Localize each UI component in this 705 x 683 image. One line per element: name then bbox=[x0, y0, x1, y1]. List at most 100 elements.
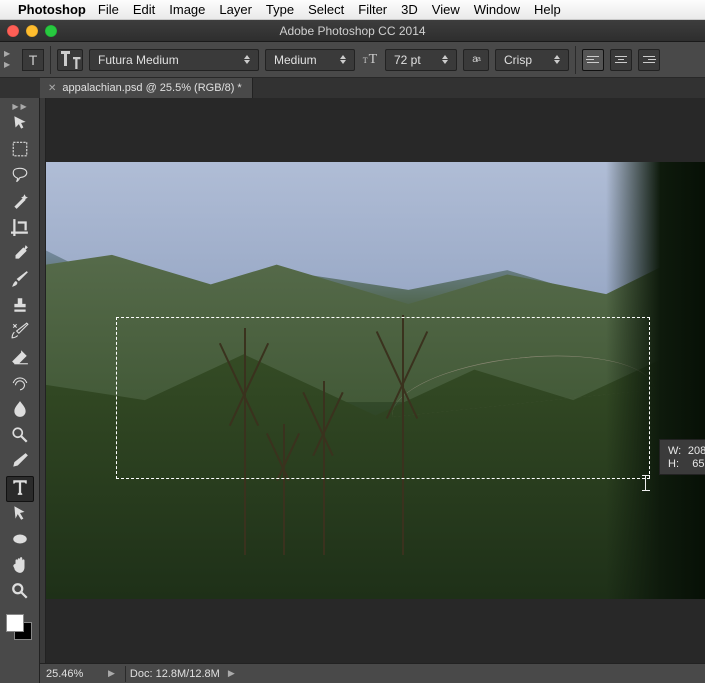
chevron-updown-icon bbox=[336, 55, 350, 64]
expand-options-icon[interactable]: ▶▶ bbox=[4, 51, 14, 68]
canvas-area[interactable]: W: 2088 px H: 655 px 25.46% ▶ Doc: 12.8M… bbox=[40, 98, 705, 683]
document-tab[interactable]: ✕ appalachian.psd @ 25.5% (RGB/8) * bbox=[40, 78, 253, 98]
pen-tool[interactable] bbox=[6, 450, 34, 476]
menu-type[interactable]: Type bbox=[266, 2, 294, 17]
dodge-tool[interactable] bbox=[6, 424, 34, 450]
divider bbox=[575, 46, 576, 74]
font-style-value: Medium bbox=[274, 53, 330, 67]
font-family-dropdown[interactable]: Futura Medium bbox=[89, 49, 259, 71]
selection-dimensions-tooltip: W: 2088 px H: 655 px bbox=[659, 439, 705, 475]
zoom-tool[interactable] bbox=[6, 580, 34, 606]
brush-tool[interactable] bbox=[6, 268, 34, 294]
marquee-icon bbox=[11, 140, 29, 163]
mac-menubar: Photoshop File Edit Image Layer Type Sel… bbox=[0, 0, 705, 20]
antialias-dropdown[interactable]: Crisp bbox=[495, 49, 569, 71]
zoom-icon bbox=[11, 582, 29, 605]
toolbox-expand-icon[interactable]: ▶▶ bbox=[0, 104, 39, 110]
chevron-updown-icon bbox=[438, 55, 452, 64]
options-bar: ▶▶ T Futura Medium Medium TT 72 pt aa Cr… bbox=[0, 42, 705, 78]
crop-tool[interactable] bbox=[6, 216, 34, 242]
text-insertion-cursor-icon bbox=[640, 475, 652, 491]
shape-tool[interactable] bbox=[6, 528, 34, 554]
shape-icon bbox=[11, 530, 29, 553]
wand-icon bbox=[11, 192, 29, 215]
app-menu[interactable]: Photoshop bbox=[18, 2, 86, 17]
height-label: H: bbox=[668, 458, 679, 470]
eyedrop-icon bbox=[11, 244, 29, 267]
window-title: Adobe Photoshop CC 2014 bbox=[0, 24, 705, 38]
align-right-button[interactable] bbox=[638, 49, 660, 71]
hand-icon bbox=[11, 556, 29, 579]
antialias-value: Crisp bbox=[504, 53, 544, 67]
tool-preset-picker[interactable]: T bbox=[22, 49, 44, 71]
antialias-icon: aa bbox=[465, 51, 487, 69]
text-bounding-box[interactable] bbox=[116, 317, 650, 479]
hand-tool[interactable] bbox=[6, 554, 34, 580]
close-tab-icon[interactable]: ✕ bbox=[48, 83, 56, 94]
color-swatches[interactable] bbox=[4, 612, 36, 644]
antialias-icon-button[interactable]: aa bbox=[463, 49, 489, 71]
window-minimize-button[interactable] bbox=[26, 25, 38, 37]
blur-icon bbox=[11, 400, 29, 423]
type-icon bbox=[11, 478, 29, 501]
align-center-button[interactable] bbox=[610, 49, 632, 71]
path-icon bbox=[11, 504, 29, 527]
text-orientation-icon bbox=[58, 48, 82, 72]
gradient-tool[interactable] bbox=[6, 372, 34, 398]
type-tool[interactable] bbox=[6, 476, 34, 502]
eyedropper-tool[interactable] bbox=[6, 242, 34, 268]
align-left-button[interactable] bbox=[582, 49, 604, 71]
menu-3d[interactable]: 3D bbox=[401, 2, 418, 17]
width-label: W: bbox=[668, 445, 681, 457]
blur-tool[interactable] bbox=[6, 398, 34, 424]
dodge-icon bbox=[11, 426, 29, 449]
menu-help[interactable]: Help bbox=[534, 2, 561, 17]
doc-size-label: Doc: bbox=[130, 668, 153, 680]
menu-view[interactable]: View bbox=[432, 2, 460, 17]
zoom-menu-icon[interactable]: ▶ bbox=[108, 668, 115, 679]
type-tool-glyph-icon: T bbox=[29, 52, 38, 68]
font-size-icon: TT bbox=[361, 52, 379, 68]
menu-window[interactable]: Window bbox=[474, 2, 520, 17]
eraser-tool[interactable] bbox=[6, 346, 34, 372]
history-icon bbox=[11, 322, 29, 345]
doc-size-value: 12.8M/12.8M bbox=[156, 668, 220, 680]
history-brush-tool[interactable] bbox=[6, 320, 34, 346]
divider bbox=[50, 46, 51, 74]
window-zoom-button[interactable] bbox=[45, 25, 57, 37]
window-close-button[interactable] bbox=[7, 25, 19, 37]
status-menu-icon[interactable]: ▶ bbox=[228, 668, 235, 679]
font-style-dropdown[interactable]: Medium bbox=[265, 49, 355, 71]
pen-icon bbox=[11, 452, 29, 475]
text-orientation-button[interactable] bbox=[57, 49, 83, 71]
document-tab-bar: ✕ appalachian.psd @ 25.5% (RGB/8) * bbox=[0, 78, 705, 98]
zoom-level[interactable]: 25.46% bbox=[46, 668, 106, 680]
path-select-tool[interactable] bbox=[6, 502, 34, 528]
menu-edit[interactable]: Edit bbox=[133, 2, 155, 17]
status-bar: 25.46% ▶ Doc: 12.8M/12.8M ▶ bbox=[40, 663, 705, 683]
foreground-color-swatch[interactable] bbox=[6, 614, 24, 632]
gradient-icon bbox=[11, 374, 29, 397]
divider bbox=[125, 666, 126, 682]
lasso-tool[interactable] bbox=[6, 164, 34, 190]
move-icon bbox=[11, 114, 29, 137]
magic-wand-tool[interactable] bbox=[6, 190, 34, 216]
font-size-dropdown[interactable]: 72 pt bbox=[385, 49, 457, 71]
menu-layer[interactable]: Layer bbox=[219, 2, 252, 17]
clone-stamp-tool[interactable] bbox=[6, 294, 34, 320]
brush-icon bbox=[11, 270, 29, 293]
menu-select[interactable]: Select bbox=[308, 2, 344, 17]
toolbox: ▶▶ bbox=[0, 98, 40, 683]
move-tool[interactable] bbox=[6, 112, 34, 138]
menu-filter[interactable]: Filter bbox=[358, 2, 387, 17]
chevron-updown-icon bbox=[240, 55, 254, 64]
marquee-tool[interactable] bbox=[6, 138, 34, 164]
document-tab-label: appalachian.psd @ 25.5% (RGB/8) * bbox=[62, 82, 241, 94]
window-titlebar: Adobe Photoshop CC 2014 bbox=[0, 20, 705, 42]
menu-image[interactable]: Image bbox=[169, 2, 205, 17]
eraser-icon bbox=[11, 348, 29, 371]
chevron-updown-icon bbox=[550, 55, 564, 64]
menu-file[interactable]: File bbox=[98, 2, 119, 17]
font-family-value: Futura Medium bbox=[98, 53, 234, 67]
lasso-icon bbox=[11, 166, 29, 189]
